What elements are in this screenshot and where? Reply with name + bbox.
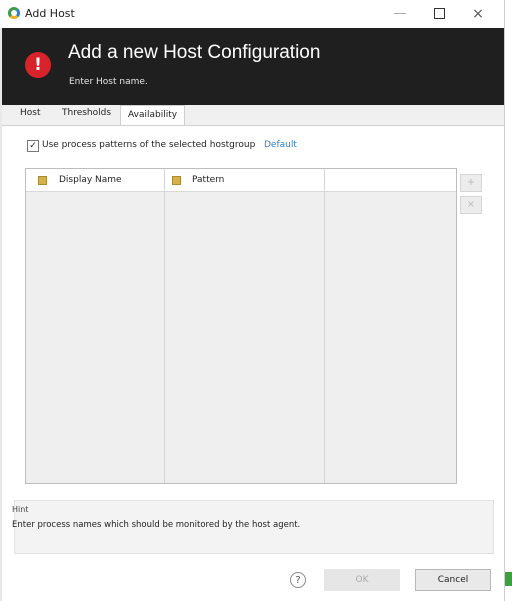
column-icon [38,176,47,185]
help-icon[interactable]: ? [290,572,306,588]
default-hostgroup-link[interactable]: Default [264,140,297,150]
background-accent [505,572,512,586]
background-strip [505,0,512,601]
maximize-button[interactable] [424,4,454,24]
maximize-icon [433,8,445,19]
column-divider [164,169,165,483]
hint-title: Hint [12,505,29,514]
hint-text: Enter process names which should be moni… [12,520,301,530]
tab-bar: Host Thresholds Availability [2,105,504,126]
process-patterns-table[interactable]: Display Name Pattern [25,168,457,484]
add-host-dialog: Add Host — × ! Add a new Host Configurat… [0,0,505,601]
tab-availability[interactable]: Availability [120,105,186,125]
add-pattern-button[interactable]: + [460,174,482,192]
ok-button[interactable]: OK [324,569,400,591]
close-button[interactable]: × [463,4,493,24]
use-patterns-checkbox[interactable]: ✓ [27,140,39,152]
tab-host[interactable]: Host [20,108,41,118]
tab-thresholds[interactable]: Thresholds [62,108,111,118]
column-divider [324,169,325,483]
table-header: Display Name Pattern [26,169,456,192]
cancel-button[interactable]: Cancel [415,569,491,591]
title-bar: Add Host — × [0,0,504,28]
minimize-button[interactable]: — [385,4,415,24]
column-header-display-name[interactable]: Display Name [59,169,122,191]
window-border [0,28,2,601]
window-title: Add Host [25,7,75,20]
app-logo-icon [8,7,20,19]
error-icon: ! [25,52,51,78]
dialog-header [2,28,504,105]
column-icon [172,176,181,185]
remove-pattern-button[interactable]: × [460,196,482,214]
use-patterns-label: Use process patterns of the selected hos… [42,140,256,150]
dialog-message: Enter Host name. [69,77,148,87]
column-header-pattern[interactable]: Pattern [192,169,224,191]
dialog-title: Add a new Host Configuration [68,42,321,63]
